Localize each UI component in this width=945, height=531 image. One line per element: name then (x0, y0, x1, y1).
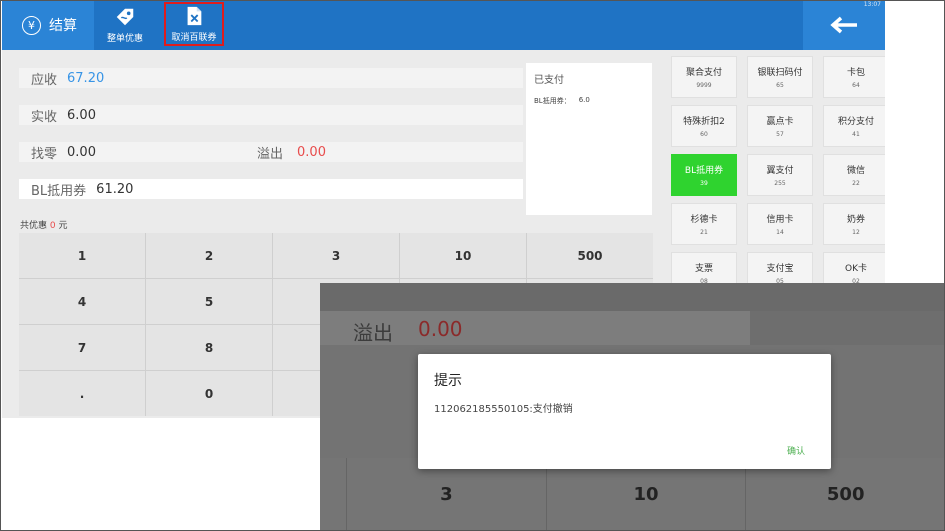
zoom-overflow-value: 0.00 (418, 317, 463, 341)
pay-name: 积分支付 (837, 117, 874, 127)
zoom-key-spacer (320, 458, 346, 531)
key-2[interactable]: 2 (146, 233, 272, 278)
cancel-document-icon (187, 6, 202, 26)
key-7[interactable]: 7 (19, 325, 145, 370)
pay-wechat[interactable]: 微信 22 (823, 154, 885, 196)
key-4[interactable]: 4 (19, 279, 145, 324)
pay-name: 赢点卡 (766, 117, 794, 127)
page-title: 结算 (49, 18, 77, 34)
paid-line: BL抵用券： 6.0 (534, 96, 644, 106)
key-dot[interactable]: . (19, 371, 145, 416)
pay-name: 聚合支付 (685, 68, 722, 78)
voucher-value: 61.20 (96, 181, 134, 197)
receivable-row: 应收 67.20 (19, 68, 523, 88)
received-value: 6.00 (67, 107, 96, 123)
title-block: ¥ 结算 (2, 0, 94, 50)
pay-code: 60 (700, 131, 708, 138)
discount-prefix: 共优惠 (20, 221, 48, 231)
paid-line-value: 6.0 (578, 96, 590, 104)
change-row: 找零 0.00 溢出 0.00 (19, 142, 523, 162)
top-bar: ¥ 结算 整单优惠 取消百联券 13:07 (2, 0, 885, 50)
pay-points[interactable]: 积分支付 41 (823, 105, 885, 147)
zoom-row-overflow-right (750, 311, 945, 345)
discount-suffix: 元 (58, 221, 68, 231)
key-5[interactable]: 5 (146, 279, 272, 324)
pay-aggregate[interactable]: 聚合支付 9999 (671, 56, 737, 98)
pay-code: 64 (852, 82, 860, 89)
pay-name: 银联扫码付 (757, 68, 803, 78)
change-value: 0.00 (67, 144, 96, 160)
overflow-value: 0.00 (297, 144, 326, 160)
pay-special-discount[interactable]: 特殊折扣2 60 (671, 105, 737, 147)
pay-name: 翼支付 (766, 166, 794, 176)
pay-name: 奶券 (846, 215, 865, 225)
key-10[interactable]: 10 (400, 233, 526, 278)
pay-name: 信用卡 (766, 215, 794, 225)
alert-dialog: 提示 112062185550105:支付撤销 确认 (418, 354, 831, 469)
pay-code: 57 (776, 131, 784, 138)
paid-panel: 已支付 BL抵用券： 6.0 (526, 63, 652, 215)
key-500[interactable]: 500 (527, 233, 653, 278)
pay-win-point-card[interactable]: 赢点卡 57 (747, 105, 813, 147)
cancel-bailian-voucher-label: 取消百联券 (171, 33, 217, 43)
yen-circle-icon: ¥ (22, 15, 41, 35)
dialog-message: 112062185550105:支付撤销 (434, 404, 573, 415)
paid-title: 已支付 (534, 75, 564, 86)
pay-name: BL抵用券 (684, 166, 724, 176)
pay-bestpay[interactable]: 翼支付 255 (747, 154, 813, 196)
pay-credit-card[interactable]: 信用卡 14 (747, 203, 813, 245)
cancel-bailian-voucher-button[interactable]: 取消百联券 (164, 2, 224, 46)
pay-code: 12 (852, 229, 860, 236)
status-time: 13:07 (863, 1, 881, 8)
key-8[interactable]: 8 (146, 325, 272, 370)
pay-name: OK卡 (845, 264, 867, 274)
receivable-label: 应收 (31, 72, 58, 88)
pay-bl-voucher[interactable]: BL抵用券 39 (671, 154, 737, 196)
payment-method-grid: 聚合支付 9999 银联扫码付 65 卡包 64 特殊折扣2 60 赢点卡 57 积分支付… (671, 56, 885, 294)
key-0[interactable]: 0 (146, 371, 272, 416)
pay-name: 杉德卡 (690, 215, 718, 225)
pay-code: 39 (700, 180, 708, 187)
pay-code: 41 (852, 131, 860, 138)
voucher-label: BL抵用券 (31, 183, 87, 199)
whole-order-discount-button[interactable]: 整单优惠 (102, 0, 148, 50)
dialog-title: 提示 (434, 373, 462, 389)
pay-code: 65 (776, 82, 784, 89)
discount-amount: 0 (49, 221, 56, 231)
whole-order-discount-label: 整单优惠 (106, 34, 143, 44)
total-discount-note: 共优惠 0 元 (20, 218, 68, 231)
zoom-overflow-label: 溢出 (353, 321, 393, 345)
pay-card-wallet[interactable]: 卡包 64 (823, 56, 885, 98)
dialog-confirm-button[interactable]: 确认 (787, 444, 805, 457)
pay-unionpay-scan[interactable]: 银联扫码付 65 (747, 56, 813, 98)
pay-sand-card[interactable]: 杉德卡 21 (671, 203, 737, 245)
pay-code: 22 (852, 180, 860, 187)
change-label: 找零 (31, 146, 58, 162)
arrow-left-icon (830, 16, 857, 34)
zoom-row-top (320, 283, 945, 311)
pay-code: 255 (774, 180, 786, 187)
pay-code: 21 (700, 229, 708, 236)
pay-name: 特殊折扣2 (683, 117, 725, 127)
tag-icon (116, 8, 134, 26)
pay-name: 支付宝 (766, 264, 794, 274)
voucher-row: BL抵用券 61.20 (19, 179, 523, 199)
paid-line-label: BL抵用券： (534, 97, 571, 105)
pay-name: 支票 (694, 264, 713, 274)
receivable-value: 67.20 (67, 70, 105, 86)
key-1[interactable]: 1 (19, 233, 145, 278)
pay-name: 微信 (846, 166, 865, 176)
key-3[interactable]: 3 (273, 233, 399, 278)
pay-code: 9999 (696, 82, 712, 89)
pay-milk-voucher[interactable]: 奶券 12 (823, 203, 885, 245)
pay-code: 14 (776, 229, 784, 236)
received-row: 实收 6.00 (19, 105, 523, 125)
received-label: 实收 (31, 109, 58, 125)
overflow-label: 溢出 (257, 146, 284, 162)
pay-name: 卡包 (846, 68, 865, 78)
